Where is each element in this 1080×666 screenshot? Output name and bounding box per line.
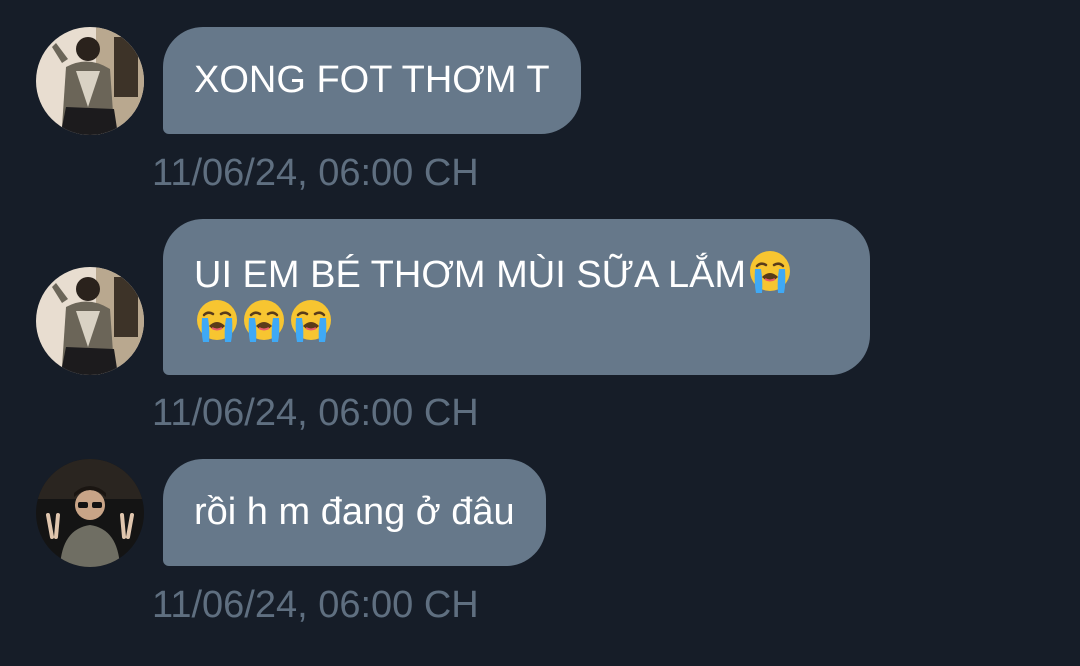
avatar[interactable] <box>36 27 144 135</box>
message-text: XONG FOT THƠM T <box>194 59 550 101</box>
message-bubble[interactable]: XONG FOT THƠM T <box>163 27 581 134</box>
loudly-crying-face-emoji-icon <box>194 298 240 344</box>
message-text-line-2 <box>194 298 839 347</box>
loudly-crying-face-emoji-icon <box>241 298 287 344</box>
message-bubble[interactable]: UI EM BÉ THƠM MÙI SỮA LẮM <box>163 219 870 375</box>
avatar-user-b-image <box>36 459 144 567</box>
message-text-line-1: UI EM BÉ THƠM MÙI SỮA LẮM <box>194 249 839 298</box>
message-timestamp: 11/06/24, 06:00 CH <box>152 152 479 194</box>
avatar-user-a-image <box>36 267 144 375</box>
message-timestamp: 11/06/24, 06:00 CH <box>152 584 479 626</box>
message-text: UI EM BÉ THƠM MÙI SỮA LẮM <box>194 254 747 296</box>
avatar[interactable] <box>36 459 144 567</box>
loudly-crying-face-emoji-icon <box>288 298 334 344</box>
avatar-user-a-image <box>36 27 144 135</box>
loudly-crying-face-emoji-icon <box>747 249 793 295</box>
message-bubble[interactable]: rồi h m đang ở đâu <box>163 459 546 566</box>
chat-thread: XONG FOT THƠM T 11/06/24, 06:00 CH UI EM… <box>0 0 1080 666</box>
message-text: rồi h m đang ở đâu <box>194 491 515 533</box>
avatar[interactable] <box>36 267 144 375</box>
message-timestamp: 11/06/24, 06:00 CH <box>152 392 479 434</box>
